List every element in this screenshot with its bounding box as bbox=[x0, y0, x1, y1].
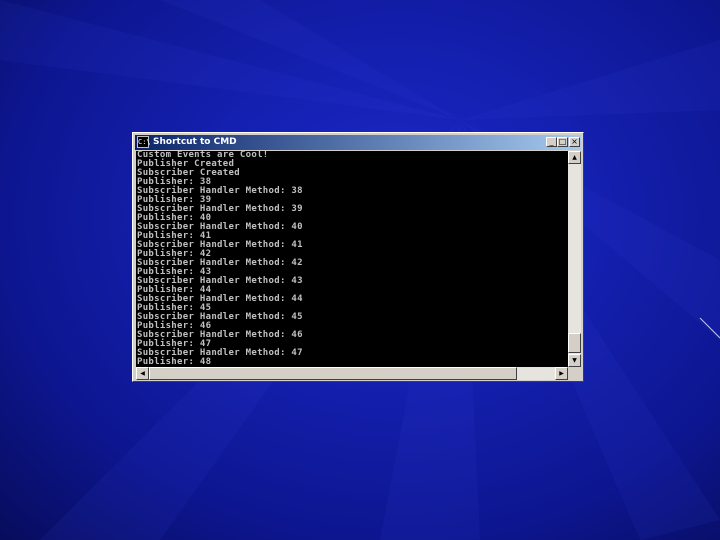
arrow-up-icon: ▲ bbox=[572, 154, 577, 161]
arrow-down-icon: ▼ bbox=[572, 357, 577, 364]
console-line: Publisher: 48 bbox=[137, 357, 212, 367]
close-button[interactable]: × bbox=[569, 137, 580, 147]
minimize-button[interactable]: _ bbox=[546, 137, 557, 147]
vertical-scrollbar[interactable]: ▲ ▼ bbox=[568, 151, 581, 367]
console-output[interactable]: Custom Events are Cool! Publisher Created… bbox=[136, 151, 568, 367]
window-title: Shortcut to CMD bbox=[153, 137, 237, 147]
maximize-button[interactable]: □ bbox=[557, 137, 568, 147]
arrow-left-icon: ◀ bbox=[140, 370, 145, 377]
horizontal-scrollbar[interactable]: ◀ ▶ bbox=[136, 367, 568, 380]
scroll-up-button[interactable]: ▲ bbox=[568, 151, 581, 164]
scroll-right-button[interactable]: ▶ bbox=[555, 367, 568, 380]
cmd-window[interactable]: C:\ Shortcut to CMD _ □ × Custom Events … bbox=[132, 132, 584, 382]
title-bar[interactable]: C:\ Shortcut to CMD _ □ × bbox=[135, 135, 581, 150]
size-grip[interactable] bbox=[568, 367, 581, 380]
scroll-left-button[interactable]: ◀ bbox=[136, 367, 149, 380]
vertical-scroll-thumb[interactable] bbox=[568, 333, 581, 353]
cmd-icon[interactable]: C:\ bbox=[137, 136, 151, 148]
horizontal-scroll-thumb[interactable] bbox=[149, 367, 517, 380]
scroll-down-button[interactable]: ▼ bbox=[568, 354, 581, 367]
arrow-right-icon: ▶ bbox=[559, 370, 564, 377]
